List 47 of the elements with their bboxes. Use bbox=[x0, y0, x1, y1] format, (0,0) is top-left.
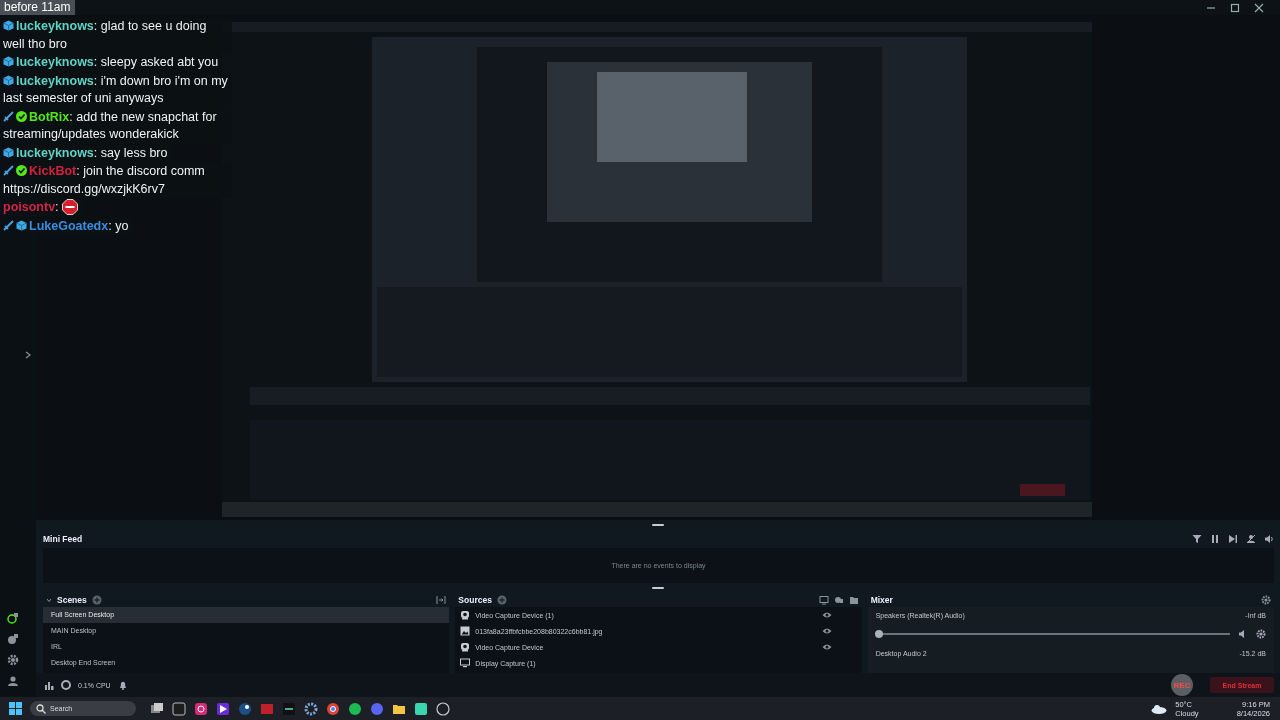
panel-title: Mixer bbox=[870, 595, 893, 605]
panel-title: Scenes bbox=[57, 595, 87, 605]
camera-icon[interactable] bbox=[194, 701, 208, 716]
task-view-icon[interactable] bbox=[150, 701, 164, 716]
cpu-icon bbox=[61, 680, 71, 690]
folder-icon[interactable] bbox=[848, 595, 859, 605]
screen-icon[interactable] bbox=[818, 595, 829, 605]
search-icon bbox=[36, 704, 46, 714]
bell-icon[interactable] bbox=[117, 680, 128, 690]
add-icon[interactable] bbox=[496, 595, 507, 605]
app-icon[interactable] bbox=[216, 701, 230, 716]
resize-handle[interactable] bbox=[652, 587, 664, 589]
monitor-icon bbox=[460, 658, 471, 668]
volume-icon[interactable] bbox=[1264, 534, 1274, 544]
user-icon[interactable] bbox=[7, 675, 19, 687]
skip-icon[interactable] bbox=[1228, 534, 1238, 544]
add-icon[interactable] bbox=[91, 595, 102, 605]
cloud-icon bbox=[1151, 703, 1168, 714]
close-icon[interactable] bbox=[1254, 2, 1264, 13]
app-icon[interactable] bbox=[282, 701, 296, 716]
chevron-icon[interactable] bbox=[46, 597, 52, 603]
settings-icon[interactable] bbox=[7, 654, 19, 666]
settings-icon[interactable] bbox=[1261, 595, 1271, 605]
eye-icon[interactable] bbox=[821, 611, 832, 619]
app-icon[interactable] bbox=[238, 701, 252, 716]
chevron-icon[interactable] bbox=[25, 351, 31, 359]
pause-icon[interactable] bbox=[1210, 534, 1220, 544]
app-icon[interactable] bbox=[414, 701, 428, 716]
app-icon[interactable] bbox=[436, 701, 450, 716]
webcam-icon bbox=[460, 610, 471, 620]
app-icon[interactable] bbox=[326, 701, 340, 716]
panel-title: Sources bbox=[458, 595, 492, 605]
app-icon[interactable] bbox=[348, 701, 362, 716]
mute-alerts-icon[interactable] bbox=[1246, 534, 1256, 544]
gear-icon[interactable] bbox=[304, 701, 318, 716]
filter-icon[interactable] bbox=[1192, 534, 1202, 544]
image-icon bbox=[460, 626, 471, 636]
windows-icon[interactable] bbox=[9, 702, 22, 715]
maximize-icon[interactable] bbox=[1230, 2, 1240, 13]
panel-title: Mini Feed bbox=[43, 534, 83, 544]
eye-icon[interactable] bbox=[821, 627, 832, 635]
settings-icon[interactable] bbox=[1256, 629, 1266, 639]
resize-handle[interactable] bbox=[652, 524, 664, 526]
eye-icon[interactable] bbox=[821, 643, 832, 651]
webcam-icon bbox=[460, 642, 471, 652]
window-title: before 11am bbox=[0, 0, 75, 15]
stats-icon[interactable] bbox=[44, 680, 54, 690]
